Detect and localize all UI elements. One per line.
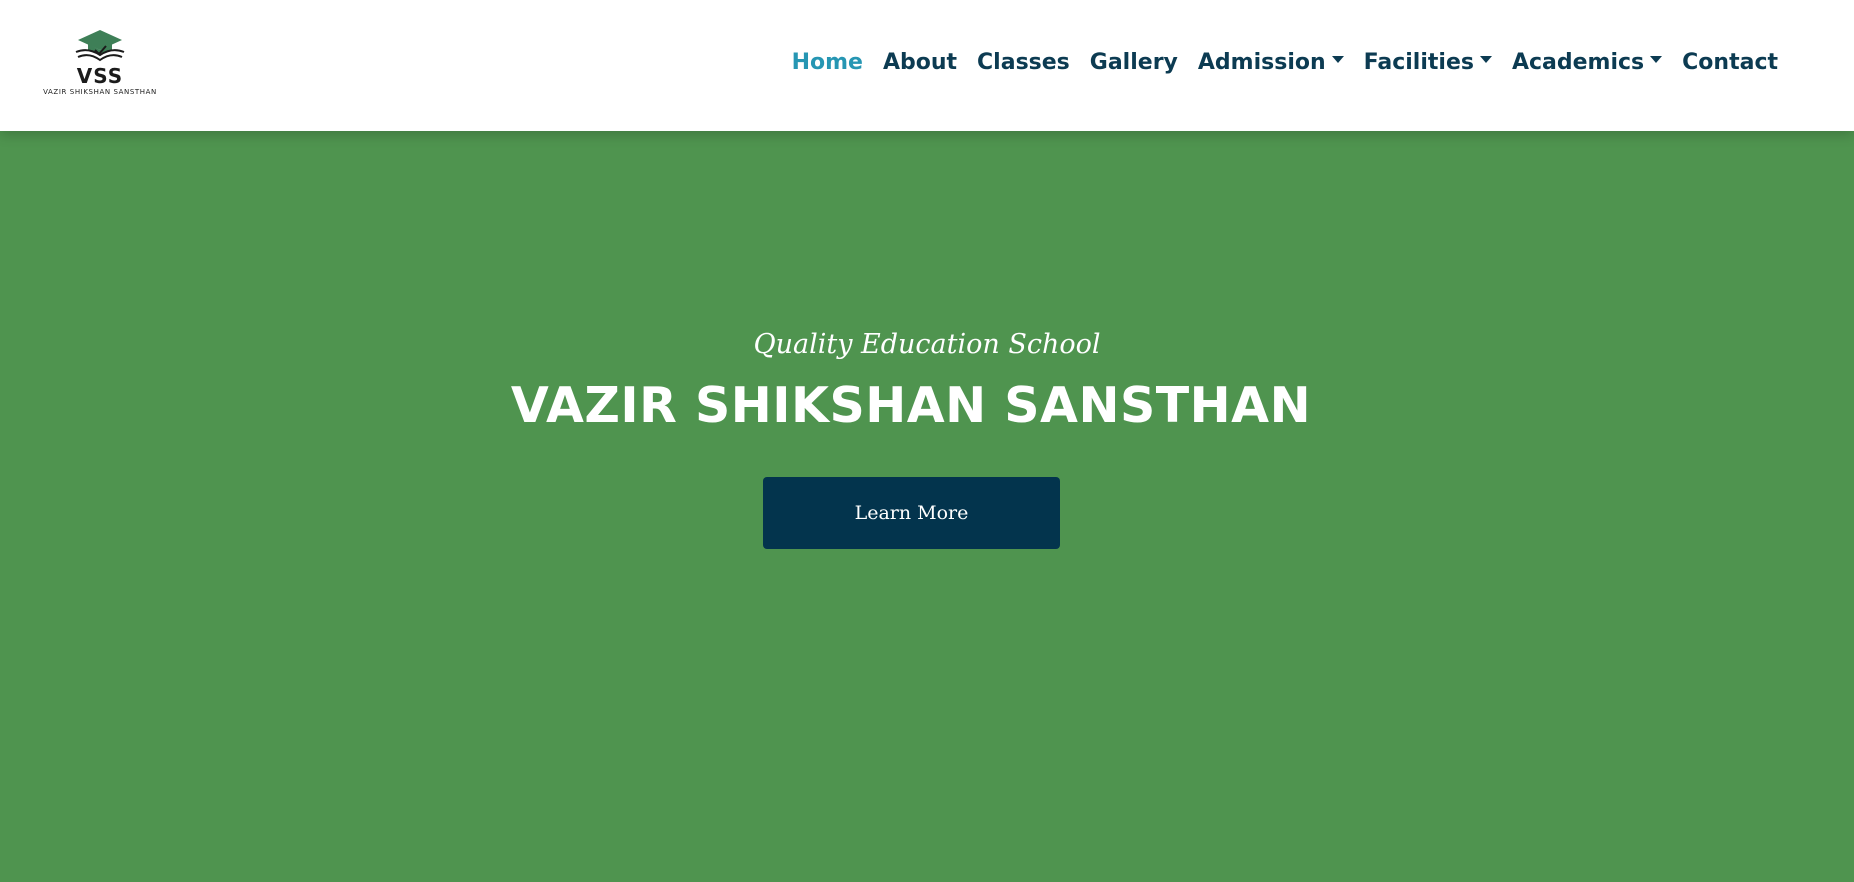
main-nav: Home About Classes Gallery Admission Fac…	[792, 44, 1778, 80]
graduation-cap-book-icon	[75, 30, 125, 62]
nav-home[interactable]: Home	[792, 50, 863, 75]
nav-home-label: Home	[791, 49, 863, 75]
site-header: VSS VAZIR SHIKSHAN SANSTHAN Home About C…	[0, 0, 1854, 131]
nav-about[interactable]: About	[883, 50, 957, 75]
nav-facilities-dropdown[interactable]: Facilities	[1364, 50, 1492, 75]
nav-gallery[interactable]: Gallery	[1090, 50, 1178, 75]
hero-subtitle: Quality Education School	[753, 329, 1101, 360]
nav-facilities-label: Facilities	[1363, 49, 1474, 75]
hero-title: VAZIR SHIKSHAN SANSTHAN	[510, 377, 1312, 434]
nav-contact-label: Contact	[1682, 49, 1778, 75]
nav-gallery-label: Gallery	[1089, 49, 1178, 75]
hero-section: Quality Education School VAZIR SHIKSHAN …	[0, 131, 1854, 882]
nav-admission-label: Admission	[1197, 49, 1326, 75]
nav-academics-dropdown[interactable]: Academics	[1511, 49, 1663, 75]
learn-more-button[interactable]: Learn More	[763, 477, 1060, 549]
nav-classes[interactable]: Classes	[977, 50, 1070, 75]
nav-classes-label: Classes	[977, 49, 1070, 75]
logo-full-name: VAZIR SHIKSHAN SANSTHAN	[43, 88, 157, 96]
logo-abbreviation: VSS	[76, 64, 124, 88]
nav-about-label: About	[882, 49, 958, 75]
site-logo[interactable]: VSS VAZIR SHIKSHAN SANSTHAN	[38, 28, 162, 100]
nav-admission-dropdown[interactable]: Admission	[1198, 50, 1344, 75]
caret-down-icon	[1331, 55, 1344, 63]
nav-contact[interactable]: Contact	[1682, 50, 1778, 75]
nav-academics-label: Academics	[1511, 49, 1645, 75]
caret-down-icon	[1479, 55, 1492, 63]
caret-down-icon	[1650, 55, 1663, 63]
